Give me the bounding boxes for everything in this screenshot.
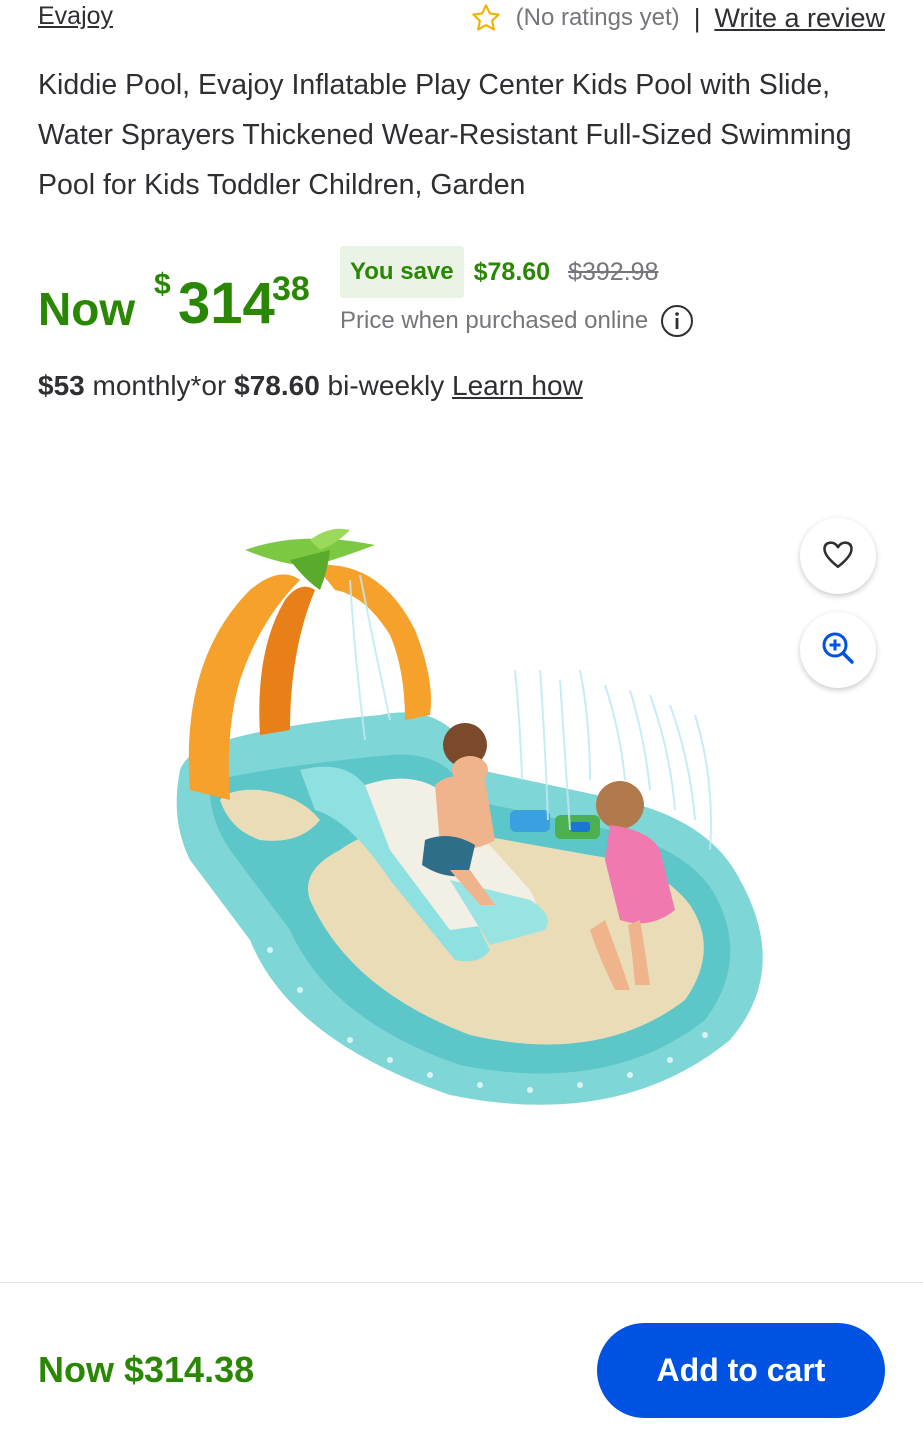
brand-link[interactable]: Evajoy bbox=[38, 2, 113, 31]
sticky-add-to-cart-bar: Now $314.38 Add to cart bbox=[0, 1282, 923, 1440]
zoom-button[interactable] bbox=[800, 612, 876, 688]
monthly-text: monthly*or bbox=[84, 370, 235, 401]
bottom-price: Now $314.38 bbox=[38, 1349, 255, 1390]
learn-how-link[interactable]: Learn how bbox=[452, 370, 583, 401]
product-title: Kiddie Pool, Evajoy Inflatable Play Cent… bbox=[38, 69, 852, 201]
savings-row: You save $78.60 $392.98 bbox=[340, 246, 658, 298]
star-icon bbox=[470, 2, 502, 34]
product-image[interactable] bbox=[150, 520, 780, 1160]
divider: | bbox=[693, 2, 701, 33]
was-price: $392.98 bbox=[568, 257, 659, 286]
biweekly-amount: $78.60 bbox=[234, 370, 320, 401]
you-save-badge: You save bbox=[340, 246, 464, 298]
now-label: Now bbox=[38, 283, 136, 335]
heart-icon bbox=[821, 538, 855, 575]
zoom-in-icon bbox=[820, 630, 856, 671]
price-cents: 38 bbox=[272, 270, 310, 308]
info-icon[interactable] bbox=[660, 304, 694, 338]
online-price-note: Price when purchased online bbox=[340, 304, 694, 338]
write-review-link[interactable]: Write a review bbox=[714, 3, 885, 34]
currency-symbol: $ bbox=[154, 268, 171, 301]
price-whole: 314 bbox=[178, 271, 275, 336]
product-header-row: Evajoy (No ratings yet) | Write a review bbox=[38, 0, 885, 44]
rating-area: (No ratings yet) | Write a review bbox=[470, 2, 885, 34]
biweekly-text: bi-weekly bbox=[319, 370, 453, 401]
add-to-cart-button[interactable]: Add to cart bbox=[597, 1323, 885, 1418]
monthly-amount: $53 bbox=[38, 370, 85, 401]
save-amount: $78.60 bbox=[473, 257, 551, 286]
online-price-text: Price when purchased online bbox=[340, 307, 649, 334]
favorite-button[interactable] bbox=[800, 518, 876, 594]
ratings-count: (No ratings yet) bbox=[515, 4, 680, 31]
financing-row: $53 monthly*or $78.60 bi-weekly Learn ho… bbox=[38, 370, 583, 402]
